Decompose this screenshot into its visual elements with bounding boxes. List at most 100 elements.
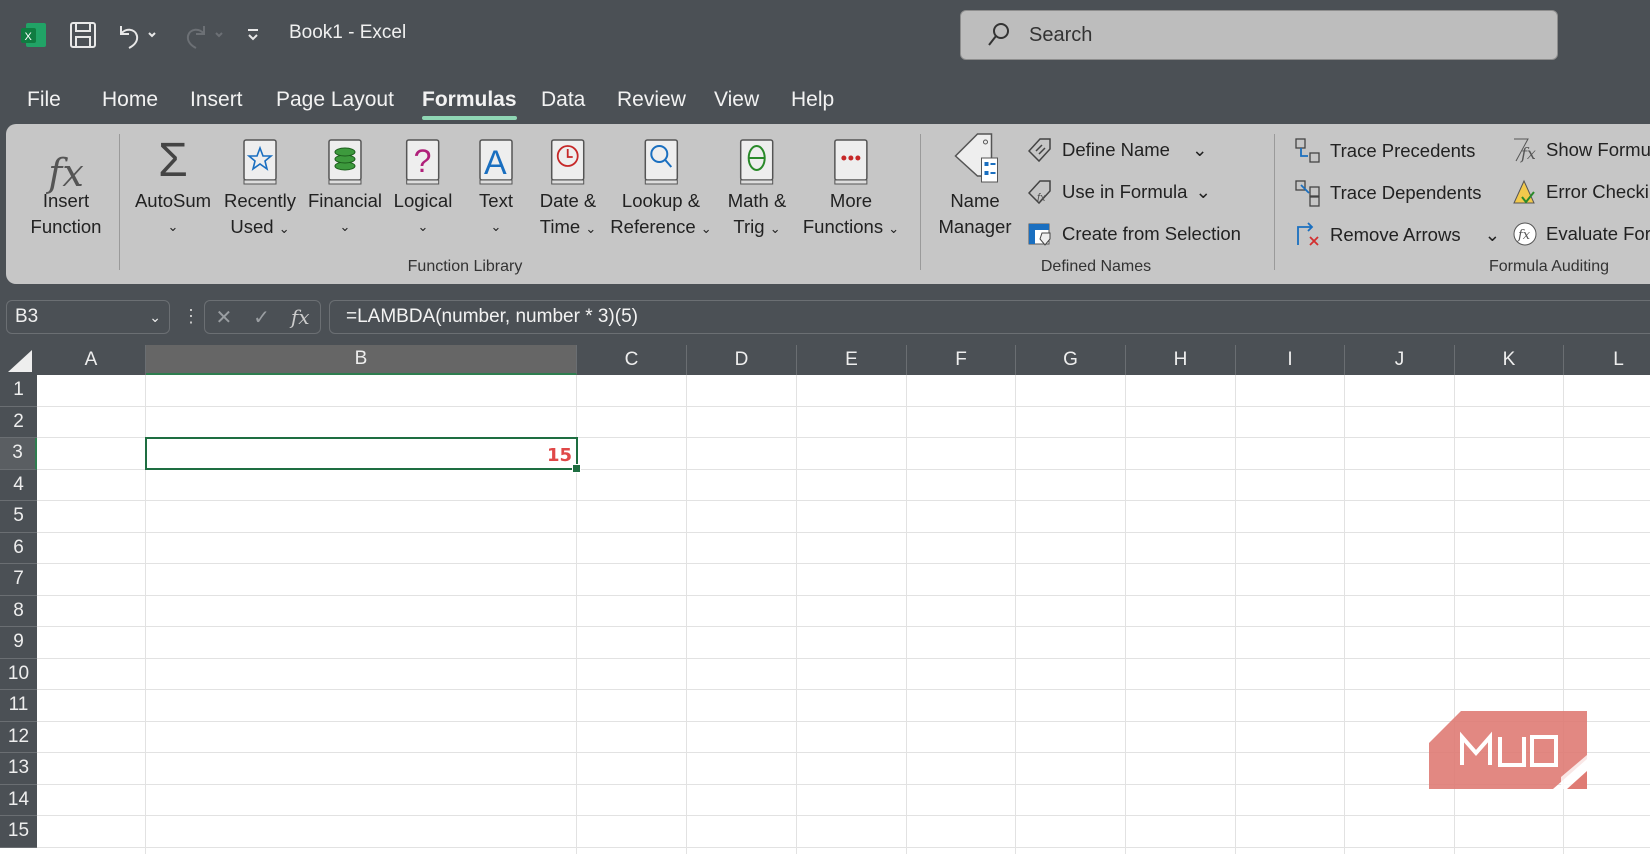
row-header-9[interactable]: 9 xyxy=(0,627,37,659)
chevron-down-icon[interactable]: ⌄ xyxy=(149,309,161,326)
selected-cell-b3[interactable]: 15 xyxy=(145,437,581,472)
date-time-button[interactable]: Date & Time ⌄ xyxy=(540,132,597,242)
show-formulas-button[interactable]: fx Show Formulas xyxy=(1512,137,1650,163)
evaluate-formula-button[interactable]: fx Evaluate Formula xyxy=(1512,221,1650,247)
row-header-7[interactable]: 7 xyxy=(0,564,37,596)
remove-arrows-button[interactable]: Remove Arrows ⌄ xyxy=(1294,221,1500,249)
formula-bar-resize-handle[interactable]: ⋮ xyxy=(182,306,200,327)
column-header-i[interactable]: I xyxy=(1236,345,1345,375)
column-header-l[interactable]: L xyxy=(1564,345,1650,375)
label: Used xyxy=(230,216,274,237)
label: Remove Arrows xyxy=(1330,224,1461,245)
clock-book-icon xyxy=(540,132,597,186)
formula-input[interactable]: =LAMBDA(number, number * 3)(5) xyxy=(329,300,1650,334)
column-header-k[interactable]: K xyxy=(1455,345,1564,375)
row-header-3[interactable]: 3 xyxy=(0,438,37,470)
label: Function xyxy=(30,216,102,237)
svg-text:X: X xyxy=(25,31,33,43)
sigma-icon: Σ xyxy=(158,134,188,187)
name-manager-button[interactable]: Name Manager xyxy=(938,132,1012,240)
undo-icon[interactable] xyxy=(115,20,159,50)
row-header-1[interactable]: 1 xyxy=(0,375,37,407)
more-functions-button[interactable]: More Functions ⌄ xyxy=(803,132,899,242)
column-header-g[interactable]: G xyxy=(1016,345,1126,375)
column-header-e[interactable]: E xyxy=(797,345,907,375)
save-icon[interactable] xyxy=(68,20,98,50)
trace-precedents-button[interactable]: Trace Precedents xyxy=(1294,137,1475,165)
tag-icon xyxy=(1028,138,1051,163)
column-header-j[interactable]: J xyxy=(1345,345,1455,375)
insert-function-icon[interactable]: fx xyxy=(291,305,310,329)
tab-page-layout[interactable]: Page Layout xyxy=(276,88,394,112)
label: Trace Precedents xyxy=(1330,140,1476,161)
tab-review[interactable]: Review xyxy=(617,88,686,112)
row-header-4[interactable]: 4 xyxy=(0,469,37,501)
logical-button[interactable]: ? Logical ⌄ xyxy=(394,132,453,240)
row-header-15[interactable]: 15 xyxy=(0,816,37,848)
search-box[interactable]: Search xyxy=(960,10,1558,60)
use-in-formula-button[interactable]: fx Use in Formula ⌄ xyxy=(1028,179,1211,205)
insert-function-button[interactable]: fx Insert Function xyxy=(31,132,102,240)
label: Define Name xyxy=(1062,139,1170,160)
tab-insert[interactable]: Insert xyxy=(190,88,243,112)
label: Use in Formula xyxy=(1062,181,1188,202)
gridline xyxy=(37,752,1650,753)
column-header-h[interactable]: H xyxy=(1126,345,1236,375)
tab-file[interactable]: File xyxy=(27,88,61,112)
column-header-a[interactable]: A xyxy=(37,345,146,375)
row-header-11[interactable]: 11 xyxy=(0,690,37,722)
error-checking-button[interactable]: Error Checking xyxy=(1512,179,1650,205)
lookup-reference-button[interactable]: Lookup & Reference ⌄ xyxy=(610,132,712,242)
gridline xyxy=(1235,375,1236,854)
recently-used-button[interactable]: Recently Used ⌄ xyxy=(224,132,296,242)
row-header-5[interactable]: 5 xyxy=(0,501,37,533)
row-header-10[interactable]: 10 xyxy=(0,658,37,690)
label: Reference xyxy=(610,216,696,237)
row-header-6[interactable]: 6 xyxy=(0,532,37,564)
gridline xyxy=(37,626,1650,627)
label: Financial xyxy=(307,190,383,211)
column-header-f[interactable]: F xyxy=(907,345,1016,375)
column-header-d[interactable]: D xyxy=(687,345,797,375)
column-header-b[interactable]: B xyxy=(146,345,577,375)
enter-icon[interactable]: ✓ xyxy=(253,305,270,330)
financial-button[interactable]: Financial ⌄ xyxy=(308,132,382,240)
column-header-c[interactable]: C xyxy=(577,345,687,375)
search-icon xyxy=(988,23,1009,46)
label: Error Checking xyxy=(1546,181,1650,202)
error-checking-icon xyxy=(1513,179,1535,204)
tab-home[interactable]: Home xyxy=(102,88,158,112)
spreadsheet-grid[interactable]: A B C D E F G H I J K L 1 2 3 4 5 6 7 8 9 10 11 12 13 14 15 15 xyxy=(0,345,1650,854)
gridline xyxy=(37,594,1650,596)
table-tag-icon xyxy=(1028,223,1051,246)
select-all-button[interactable] xyxy=(0,345,37,375)
tab-view[interactable]: View xyxy=(714,88,759,112)
autosum-button[interactable]: Σ AutoSum ⌄ xyxy=(135,132,211,240)
row-header-8[interactable]: 8 xyxy=(0,595,37,627)
define-name-button[interactable]: Define Name ⌄ xyxy=(1028,137,1207,163)
evaluate-formula-icon: fx xyxy=(1513,222,1537,246)
question-book-icon: ? xyxy=(394,132,453,186)
svg-text:A: A xyxy=(484,144,507,182)
tab-formulas[interactable]: Formulas xyxy=(422,88,517,120)
name-box-value: B3 xyxy=(15,306,39,327)
tab-data[interactable]: Data xyxy=(541,88,585,112)
label: Show Formulas xyxy=(1546,139,1650,160)
row-header-13[interactable]: 13 xyxy=(0,753,37,785)
gridline xyxy=(37,500,1650,501)
gridline xyxy=(37,405,1650,407)
math-trig-button[interactable]: Math & Trig ⌄ xyxy=(728,132,786,242)
text-button[interactable]: A Text ⌄ xyxy=(478,132,514,240)
create-from-selection-button[interactable]: Create from Selection xyxy=(1028,221,1241,247)
row-header-14[interactable]: 14 xyxy=(0,784,37,816)
cancel-icon[interactable]: ✕ xyxy=(215,305,232,330)
row-header-2[interactable]: 2 xyxy=(0,406,37,438)
excel-logo-icon: X xyxy=(20,20,48,50)
name-box[interactable]: B3 ⌄ xyxy=(6,300,170,334)
svg-text:?: ? xyxy=(414,143,432,179)
row-header-12[interactable]: 12 xyxy=(0,721,37,753)
trace-dependents-button[interactable]: Trace Dependents xyxy=(1294,179,1482,207)
tab-help[interactable]: Help xyxy=(791,88,834,112)
svg-text:fx: fx xyxy=(1520,144,1536,163)
customize-toolbar-icon[interactable] xyxy=(245,20,261,50)
